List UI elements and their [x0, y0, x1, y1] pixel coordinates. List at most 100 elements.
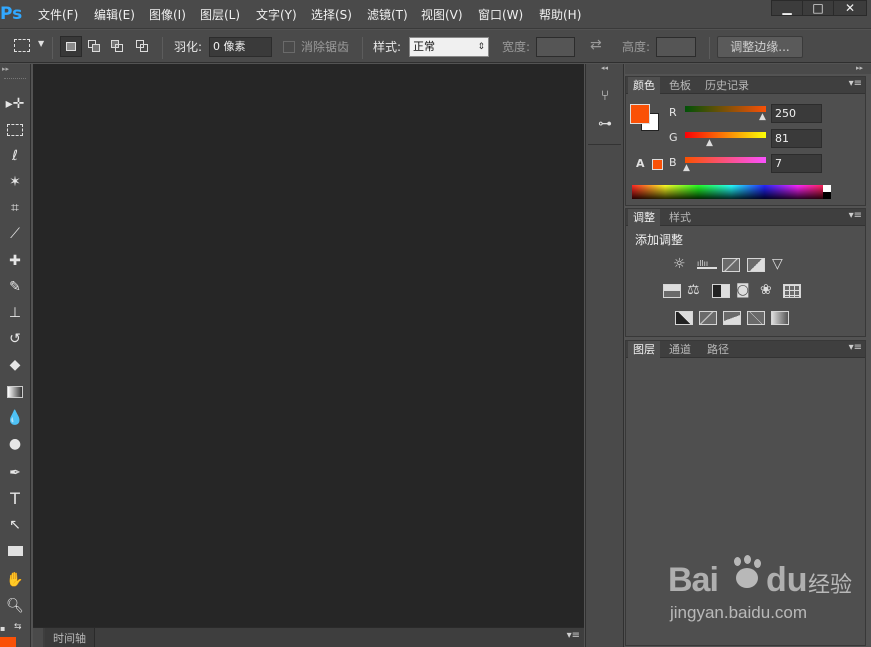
style-select[interactable]: 正常 ⇕	[409, 37, 489, 57]
blue-slider-handle[interactable]: ▲	[683, 163, 690, 173]
refine-edge-button[interactable]: 调整边缘...	[717, 36, 803, 58]
menu-layer[interactable]: 图层(L)	[200, 6, 240, 24]
foreground-color-swatch[interactable]	[630, 104, 650, 124]
move-tool-icon[interactable]: ▸✛	[3, 93, 27, 115]
timeline-tab[interactable]: 时间轴	[45, 628, 95, 647]
swap-colors-icon[interactable]: ⇆	[14, 622, 26, 632]
history-brush-tool-icon[interactable]: ↺	[3, 328, 27, 350]
crop-tool-icon[interactable]: ⌗	[3, 197, 27, 219]
panel-menu-icon[interactable]: ▾≡	[849, 210, 862, 221]
eyedropper-tool-icon[interactable]: ⟋	[3, 223, 27, 245]
blur-tool-icon[interactable]: 💧	[3, 407, 27, 429]
brush-tool-icon[interactable]: ✎	[3, 276, 27, 298]
red-slider[interactable]	[685, 106, 766, 112]
menu-view[interactable]: 视图(V)	[421, 6, 463, 24]
menu-help[interactable]: 帮助(H)	[539, 6, 581, 24]
gradient-tool-icon[interactable]	[3, 381, 27, 403]
chevron-down-icon[interactable]: ▼	[38, 39, 44, 48]
dock-collapse-icon[interactable]: ◂◂	[586, 64, 623, 73]
panel-menu-icon[interactable]: ▾≡	[849, 78, 862, 89]
curves-icon[interactable]	[722, 258, 740, 272]
hue-saturation-icon[interactable]	[663, 284, 681, 298]
add-selection-icon[interactable]	[88, 40, 102, 52]
brush-presets-icon[interactable]: ⑂	[595, 88, 615, 108]
lasso-tool-icon[interactable]: ℓ	[3, 145, 27, 167]
blue-value-input[interactable]: 7	[771, 154, 822, 173]
color-balance-icon[interactable]: ⚖	[687, 282, 700, 298]
intersect-selection-icon[interactable]	[136, 40, 150, 52]
exposure-icon[interactable]	[747, 258, 765, 272]
black-swatch[interactable]	[823, 192, 831, 199]
menu-edit[interactable]: 编辑(E)	[94, 6, 135, 24]
feather-input[interactable]: 0 像素	[209, 37, 272, 57]
white-swatch[interactable]	[823, 185, 831, 192]
default-colors-icon[interactable]: ▪	[0, 624, 12, 634]
panel-menu-icon[interactable]: ▾≡	[849, 342, 862, 353]
dock-expand-icon[interactable]: ▸▸	[856, 64, 863, 72]
zoom-tool-icon[interactable]: 🔍︎	[3, 595, 27, 617]
pen-tool-icon[interactable]: ✒	[3, 462, 27, 484]
green-value-input[interactable]: 81	[771, 129, 822, 148]
marquee-tool-icon[interactable]	[3, 119, 27, 141]
toolbox-collapse-icon[interactable]: ▸▸	[2, 66, 28, 73]
clone-stamp-tool-icon[interactable]: ⊥	[3, 302, 27, 324]
magic-wand-tool-icon[interactable]: ✶	[3, 171, 27, 193]
tab-color[interactable]: 颜色	[628, 77, 660, 94]
posterize-icon[interactable]	[699, 311, 717, 325]
new-selection-button[interactable]	[60, 36, 82, 57]
menu-type[interactable]: 文字(Y)	[256, 6, 297, 24]
healing-brush-tool-icon[interactable]: ✚	[3, 250, 27, 272]
close-button[interactable]: ✕	[833, 0, 867, 16]
eraser-tool-icon[interactable]: ◆	[3, 354, 27, 376]
invert-icon[interactable]	[675, 311, 693, 325]
dodge-tool-icon[interactable]: ●	[3, 433, 27, 455]
grip-handle[interactable]	[4, 78, 26, 80]
width-input[interactable]	[536, 37, 575, 57]
maximize-button[interactable]: □	[802, 0, 834, 16]
brightness-contrast-icon[interactable]: ☼	[673, 256, 686, 272]
tab-history[interactable]: 历史记录	[700, 77, 754, 94]
brush-settings-icon[interactable]: ⊶	[595, 116, 615, 136]
height-input[interactable]	[656, 37, 696, 57]
tab-paths[interactable]: 路径	[702, 341, 734, 358]
menu-window[interactable]: 窗口(W)	[478, 6, 523, 24]
green-slider-handle[interactable]: ▲	[706, 138, 713, 148]
selective-color-icon[interactable]	[747, 311, 765, 325]
gamut-color-swatch[interactable]	[652, 159, 663, 170]
gradient-map-icon[interactable]	[771, 311, 789, 325]
menu-file[interactable]: 文件(F)	[38, 6, 78, 24]
type-tool-icon[interactable]: T	[3, 488, 27, 510]
timeline-grip[interactable]	[33, 628, 43, 647]
tab-adjustments[interactable]: 调整	[628, 209, 660, 226]
menu-image[interactable]: 图像(I)	[149, 6, 186, 24]
antialias-checkbox[interactable]	[283, 41, 295, 53]
subtract-selection-icon[interactable]	[111, 40, 125, 52]
marquee-preset-icon[interactable]	[14, 39, 30, 52]
green-slider[interactable]	[685, 132, 766, 138]
document-canvas-area[interactable]	[33, 64, 584, 627]
menu-filter[interactable]: 滤镜(T)	[367, 6, 408, 24]
color-lookup-icon[interactable]	[783, 284, 801, 298]
blue-slider[interactable]	[685, 157, 766, 163]
tab-layers[interactable]: 图层	[628, 341, 660, 358]
minimize-button[interactable]: ▁	[771, 0, 803, 16]
color-spectrum-bar[interactable]	[632, 185, 831, 199]
tab-swatches[interactable]: 色板	[664, 77, 696, 94]
swap-icon[interactable]: ⇄	[590, 37, 602, 53]
hand-tool-icon[interactable]: ✋	[3, 569, 27, 591]
vibrance-icon[interactable]: ▽	[772, 256, 783, 272]
path-selection-tool-icon[interactable]: ↖	[3, 514, 27, 536]
threshold-icon[interactable]	[723, 311, 741, 325]
red-value-input[interactable]: 250	[771, 104, 822, 123]
channel-mixer-icon[interactable]: ❀	[760, 282, 772, 298]
black-white-icon[interactable]	[712, 284, 730, 298]
tab-channels[interactable]: 通道	[664, 341, 696, 358]
menu-select[interactable]: 选择(S)	[311, 6, 352, 24]
panel-menu-icon[interactable]: ▾≡	[567, 630, 580, 641]
red-slider-handle[interactable]: ▲	[759, 112, 766, 122]
photo-filter-icon[interactable]: ◙	[736, 282, 750, 298]
foreground-color-swatch[interactable]	[0, 637, 16, 647]
tab-styles[interactable]: 样式	[664, 209, 696, 226]
rectangle-tool-icon[interactable]	[3, 540, 27, 562]
levels-icon[interactable]: ıllıı	[697, 259, 717, 269]
